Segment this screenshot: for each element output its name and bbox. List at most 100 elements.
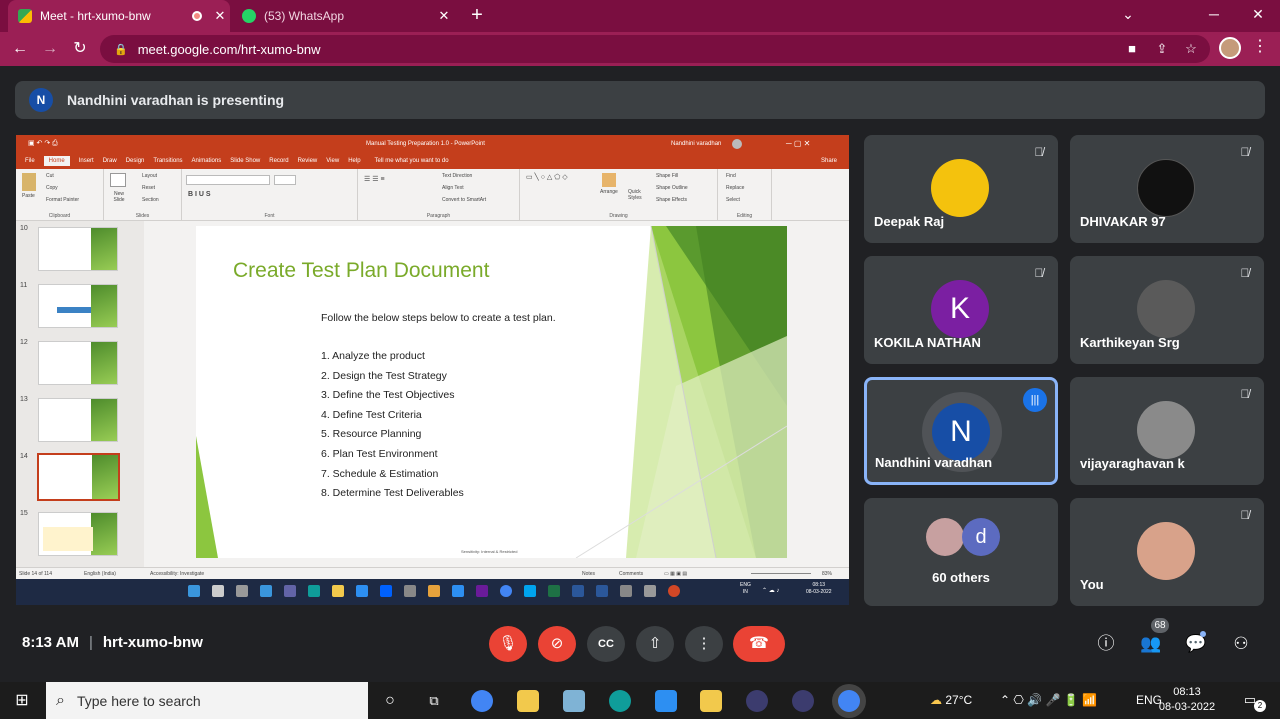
ppt-tab[interactable]: Review — [298, 158, 318, 164]
camera-off-button[interactable]: ⊘ — [538, 626, 576, 662]
ppt-tab[interactable]: Transitions — [153, 158, 182, 164]
cortana-icon[interactable]: ○ — [379, 690, 401, 712]
copy-button[interactable]: Copy — [46, 185, 58, 191]
share-icon[interactable]: ⇪ — [1154, 41, 1170, 57]
more-options-button[interactable]: ⋮ — [685, 626, 723, 662]
bullets-icon[interactable]: ☰ ☰ ≡ — [364, 175, 385, 183]
ppt-share[interactable]: Share — [821, 158, 837, 164]
replace-button[interactable]: Replace — [726, 185, 744, 191]
tab-search-icon[interactable]: ⌄ — [1106, 0, 1150, 32]
close-tab-icon[interactable]: ✕ — [210, 8, 230, 24]
task-view-icon[interactable]: ⧉ — [423, 690, 445, 712]
quick-styles-button[interactable]: Quick Styles — [628, 189, 648, 201]
profile-avatar[interactable] — [1219, 37, 1241, 59]
ppt-tab[interactable]: Slide Show — [230, 158, 260, 164]
browser-menu-icon[interactable]: ⋮ — [1252, 36, 1268, 56]
slide-thumbnail[interactable] — [38, 512, 118, 556]
file-explorer-icon[interactable] — [700, 690, 722, 712]
edge-icon[interactable] — [609, 690, 631, 712]
store-icon[interactable] — [517, 690, 539, 712]
text-direction-button[interactable]: Text Direction — [442, 173, 472, 179]
app-icon[interactable] — [746, 690, 768, 712]
taskbar-search[interactable]: ⌕ Type here to search — [46, 682, 368, 719]
ppt-tab-home[interactable]: Home — [43, 156, 70, 166]
format-painter-button[interactable]: Format Painter — [46, 197, 79, 203]
captions-button[interactable]: CC — [587, 626, 625, 662]
address-bar[interactable]: 🔒 meet.google.com/hrt-xumo-bnw — [100, 35, 1210, 63]
layout-button[interactable]: Layout — [142, 173, 157, 179]
section-button[interactable]: Section — [142, 197, 159, 203]
slide-steps-list: 1. Analyze the product 2. Design the Tes… — [321, 350, 464, 507]
find-button[interactable]: Find — [726, 173, 736, 179]
slide-thumbnail[interactable] — [38, 284, 118, 328]
ppt-tab[interactable]: View — [326, 158, 339, 164]
participant-tile[interactable]: 🎙̸ Deepak Raj — [864, 135, 1058, 243]
ppt-tab[interactable]: Record — [269, 158, 288, 164]
shape-fill-button[interactable]: Shape Fill — [656, 173, 678, 179]
back-icon[interactable]: ← — [7, 36, 33, 62]
participant-tile[interactable]: 🎙̸ Karthikeyan Srg — [1070, 256, 1264, 364]
shapes-gallery-icon[interactable]: ▭ ╲ ○ △ ⬠ ◇ — [526, 173, 568, 181]
present-now-button[interactable]: ⇧ — [636, 626, 674, 662]
select-button[interactable]: Select — [726, 197, 740, 203]
ppt-tab[interactable]: Help — [348, 158, 360, 164]
tab-whatsapp[interactable]: (53) WhatsApp ✕ — [232, 0, 454, 32]
app-icon[interactable] — [563, 690, 585, 712]
ppt-tab[interactable]: Insert — [79, 158, 94, 164]
mic-off-button[interactable]: 🎙 — [489, 626, 527, 662]
smartart-button[interactable]: Convert to SmartArt — [442, 197, 486, 203]
close-window-button[interactable]: ✕ — [1236, 0, 1280, 32]
new-tab-button[interactable]: + — [466, 4, 488, 26]
ppt-tab[interactable]: Animations — [192, 158, 222, 164]
taskbar-clock[interactable]: 08:13 08-03-2022 — [1155, 685, 1219, 715]
participant-tile-others[interactable]: d 60 others — [864, 498, 1058, 606]
windows-start-icon[interactable]: ⊞ — [12, 691, 32, 711]
meeting-details-icon[interactable]: ⓘ — [1094, 632, 1118, 656]
arrange-button[interactable]: Arrange — [600, 189, 618, 195]
ppt-tab[interactable]: File — [25, 158, 35, 164]
chrome-icon[interactable] — [471, 690, 493, 712]
minimize-button[interactable]: ─ — [1192, 0, 1236, 32]
align-text-button[interactable]: Align Text — [442, 185, 464, 191]
minimize-window-button[interactable] — [1150, 0, 1194, 32]
camera-icon[interactable]: ■ — [1124, 41, 1140, 57]
participant-tile-self[interactable]: 🎙̸ You — [1070, 498, 1264, 606]
font-size-box[interactable] — [274, 175, 296, 185]
participant-tile[interactable]: 🎙̸ K KOKILA NATHAN — [864, 256, 1058, 364]
zoom-slider[interactable] — [751, 573, 811, 574]
close-tab-icon[interactable]: ✕ — [434, 8, 454, 24]
shape-effects-button[interactable]: Shape Effects — [656, 197, 687, 203]
activities-icon[interactable]: ⚇ — [1229, 632, 1253, 656]
slide-thumbnail[interactable] — [38, 227, 118, 271]
slide-thumbnail[interactable] — [38, 398, 118, 442]
app-icon[interactable] — [792, 690, 814, 712]
folder-icon — [332, 585, 344, 597]
weather-widget[interactable]: ☁ 27°C — [930, 682, 972, 719]
forward-icon[interactable]: → — [37, 36, 63, 62]
reload-icon[interactable]: ↻ — [67, 36, 93, 62]
avatar — [1137, 401, 1195, 459]
slide-thumbnail-selected[interactable] — [37, 453, 120, 501]
ppt-tab[interactable]: Draw — [103, 158, 117, 164]
paste-button[interactable]: Paste — [22, 193, 35, 199]
shape-outline-button[interactable]: Shape Outline — [656, 185, 688, 191]
end-call-button[interactable]: ☎ — [733, 626, 785, 662]
participant-tile[interactable]: 🎙̸ vijayaraghavan k — [1070, 377, 1264, 485]
participant-tile-speaking[interactable]: ||| N Nandhini varadhan — [864, 377, 1058, 485]
chrome-active-icon[interactable] — [838, 690, 860, 712]
tray-icons[interactable]: ⌃ ⎔ 🔊 🎤 🔋 📶 — [1000, 682, 1097, 719]
bookmark-star-icon[interactable]: ☆ — [1183, 41, 1199, 57]
ppt-tab[interactable]: Design — [126, 158, 145, 164]
ppt-tell-me[interactable]: Tell me what you want to do — [375, 158, 449, 164]
notification-icon[interactable]: ▭ 2 — [1238, 690, 1266, 712]
font-format-icons[interactable]: B I U S — [188, 191, 211, 198]
participant-tile[interactable]: 🎙̸ DHIVAKAR 97 — [1070, 135, 1264, 243]
people-icon[interactable]: 👥 — [1139, 632, 1163, 656]
slide-thumbnail[interactable] — [38, 341, 118, 385]
tab-meet[interactable]: Meet - hrt-xumo-bnw ✕ — [8, 0, 230, 32]
reset-button[interactable]: Reset — [142, 185, 155, 191]
cut-button[interactable]: Cut — [46, 173, 54, 179]
font-name-box[interactable] — [186, 175, 270, 185]
new-slide-button[interactable]: New Slide — [108, 191, 130, 203]
mail-icon[interactable] — [655, 690, 677, 712]
